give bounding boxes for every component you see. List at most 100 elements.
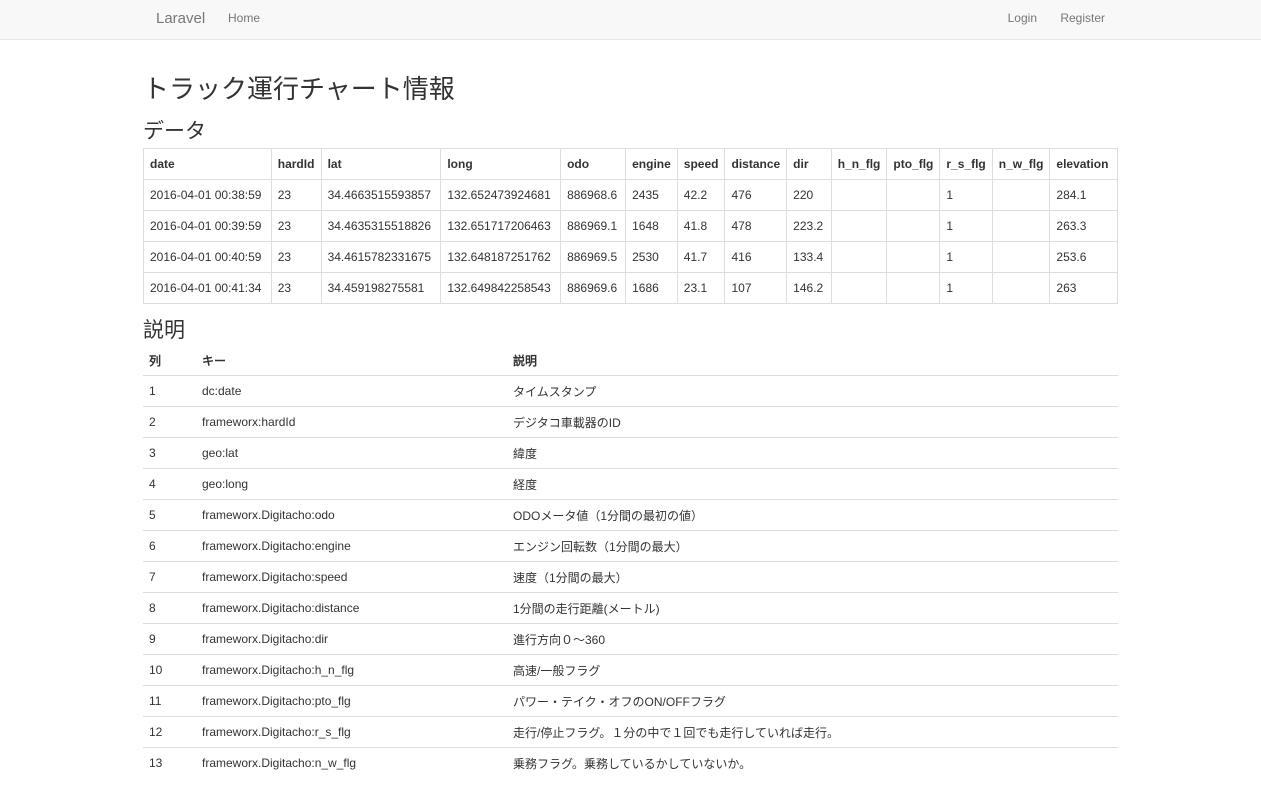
data-row-cell: 2016-04-01 00:41:34: [143, 272, 272, 304]
description-row-cell: パワー・テイク・オフのON/OFFフラグ: [507, 685, 1118, 717]
description-row-cell: frameworx.Digitacho:speed: [196, 561, 507, 593]
description-row-cell: 4: [143, 468, 196, 500]
description-column-header: 列: [143, 345, 196, 376]
data-table-header-row: date hardId lat long odo engine speed distance d…: [143, 148, 1118, 180]
data-row: 2016-04-01 00:41:34 23 34.459198275581 132.…: [143, 272, 1118, 304]
data-row-cell: 220: [786, 179, 832, 211]
description-row-cell: 7: [143, 561, 196, 593]
data-row-cell: 132.651717206463: [440, 210, 562, 242]
data-row-cell: 132.652473924681: [440, 179, 562, 211]
description-row-cell: エンジン回転数（1分間の最大）: [507, 530, 1118, 562]
data-row: 2016-04-01 00:39:59 23 34.4635315518826 132…: [143, 210, 1118, 242]
data-row-cell: 133.4: [786, 241, 832, 273]
data-row-cell: 416: [724, 241, 788, 273]
description-row: 5 frameworx.Digitacho:odo ODOメータ値（1分間の最初の値…: [143, 499, 1118, 531]
data-row-cell: 23: [270, 241, 322, 273]
description-table: 列キー 説明 1 dc:date タイムスタンプ 2 frameworx:hardId デジ…: [143, 345, 1118, 778]
data-row-cell: 34.4663515593857: [320, 179, 442, 211]
data-row-cell: 2016-04-01 00:39:59: [143, 210, 272, 242]
description-row-cell: 進行方向０〜360: [507, 623, 1118, 655]
data-row-cell: 2016-04-01 00:38:59: [143, 179, 272, 211]
description-row: 13 frameworx.Digitacho:n_w_flg 乗務フラグ。乗務してい…: [143, 748, 1118, 779]
description-heading: 説明: [143, 319, 185, 342]
data-row: 2016-04-01 00:38:59 23 34.4663515593857 132…: [143, 179, 1118, 211]
description-column-header: 説明: [507, 345, 1118, 376]
description-row: 6 frameworx.Digitacho:engine エンジン回転数（1分間の最…: [143, 530, 1118, 562]
nav-home-link[interactable]: Home: [228, 11, 260, 25]
data-row-cell: 478: [724, 210, 788, 242]
description-row-cell: frameworx:hardId: [196, 406, 507, 438]
data-row-cell: [830, 179, 888, 211]
description-row-cell: 2: [143, 406, 196, 438]
description-row-cell: frameworx.Digitacho:odo: [196, 499, 507, 531]
description-row-cell: frameworx.Digitacho:n_w_flg: [202, 756, 357, 770]
data-column-header: pto_flg: [886, 148, 941, 180]
data-row-cell: 284.1: [1049, 179, 1118, 211]
data-row-cell: [886, 272, 941, 304]
description-row-cell: frameworx.Digitacho:r_s_flg: [196, 716, 507, 748]
data-column-header: lat: [320, 148, 442, 180]
description-row: 12 frameworx.Digitacho:r_s_flg 走行/停止フラグ。１分…: [143, 716, 1118, 748]
data-column-header: dir: [786, 148, 832, 180]
brand-link[interactable]: Laravel: [156, 10, 205, 27]
description-row-cell: 経度: [507, 468, 1118, 500]
data-row-cell: [886, 210, 941, 242]
data-row-cell: 2016-04-01 00:40:59: [143, 241, 272, 273]
description-row-cell: 5: [143, 499, 196, 531]
description-row-cell: 13: [149, 756, 163, 770]
description-row: 10 frameworx.Digitacho:h_n_flg 高速/一般フラグ: [143, 654, 1118, 686]
data-row-cell: [991, 241, 1051, 273]
data-row-cell: [886, 241, 941, 273]
description-row-cell: 10: [143, 654, 196, 686]
top-navbar: Laravel Home Login Register: [0, 0, 1261, 40]
description-table-header-row: 列キー 説明: [143, 345, 1118, 376]
data-row-cell: 132.649842258543: [440, 272, 562, 304]
data-row-cell: [886, 179, 941, 211]
data-row-cell: 1648: [625, 210, 678, 242]
description-row: 3 geo:lat 緯度: [143, 437, 1118, 469]
description-row-cell: dc:date: [196, 375, 507, 407]
description-row: 7 frameworx.Digitacho:speed 速度（1分間の最大）: [143, 561, 1118, 593]
data-column-header: h_n_flg: [830, 148, 888, 180]
description-row-cell: 9: [143, 623, 196, 655]
data-column-header: odo: [560, 148, 627, 180]
data-row-cell: 1: [939, 241, 993, 273]
data-row-cell: 2435: [625, 179, 678, 211]
description-row-cell: ODOメータ値（1分間の最初の値）: [507, 499, 1118, 531]
data-row-cell: 41.7: [676, 241, 726, 273]
data-column-header: engine: [625, 148, 678, 180]
description-row-cell: frameworx.Digitacho:engine: [196, 530, 507, 562]
data-row-cell: 886969.1: [560, 210, 627, 242]
description-row-cell: geo:long: [196, 468, 507, 500]
description-row-cell: 走行/停止フラグ。１分の中で１回でも走行していれば走行。: [507, 716, 1118, 748]
data-row-cell: 146.2: [786, 272, 832, 304]
description-row-cell: 乗務フラグ。乗務しているかしていないか。: [513, 756, 752, 771]
page-title: トラック運行チャート情報: [143, 74, 455, 104]
description-row-cell: 8: [143, 592, 196, 624]
nav-register-link[interactable]: Register: [1060, 11, 1105, 25]
data-row-cell: 1: [939, 179, 993, 211]
description-row: 11 frameworx.Digitacho:pto_flg パワー・テイク・オフの…: [143, 685, 1118, 717]
data-row-cell: 1: [939, 210, 993, 242]
data-row-cell: 107: [724, 272, 788, 304]
data-row-cell: [830, 272, 888, 304]
data-row-cell: 223.2: [786, 210, 832, 242]
data-column-header: date: [143, 148, 272, 180]
data-row-cell: 23: [270, 210, 322, 242]
description-row-cell: 12: [143, 716, 196, 748]
description-row-cell: 1: [143, 375, 196, 407]
description-row-cell: frameworx.Digitacho:h_n_flg: [196, 654, 507, 686]
description-row: 4 geo:long 経度: [143, 468, 1118, 500]
data-row-cell: 886968.6: [560, 179, 627, 211]
data-row-cell: [991, 272, 1051, 304]
description-row-cell: geo:lat: [196, 437, 507, 469]
data-row-cell: 1686: [625, 272, 678, 304]
description-row-cell: 高速/一般フラグ: [507, 654, 1118, 686]
description-row-cell: 11: [143, 685, 196, 717]
data-row-cell: 886969.6: [560, 272, 627, 304]
description-row-cell: タイムスタンプ: [507, 375, 1118, 407]
nav-login-link[interactable]: Login: [1008, 11, 1037, 25]
data-row-cell: [991, 179, 1051, 211]
data-row-cell: 34.4615782331675: [320, 241, 442, 273]
description-row-cell: frameworx.Digitacho:distance: [196, 592, 507, 624]
